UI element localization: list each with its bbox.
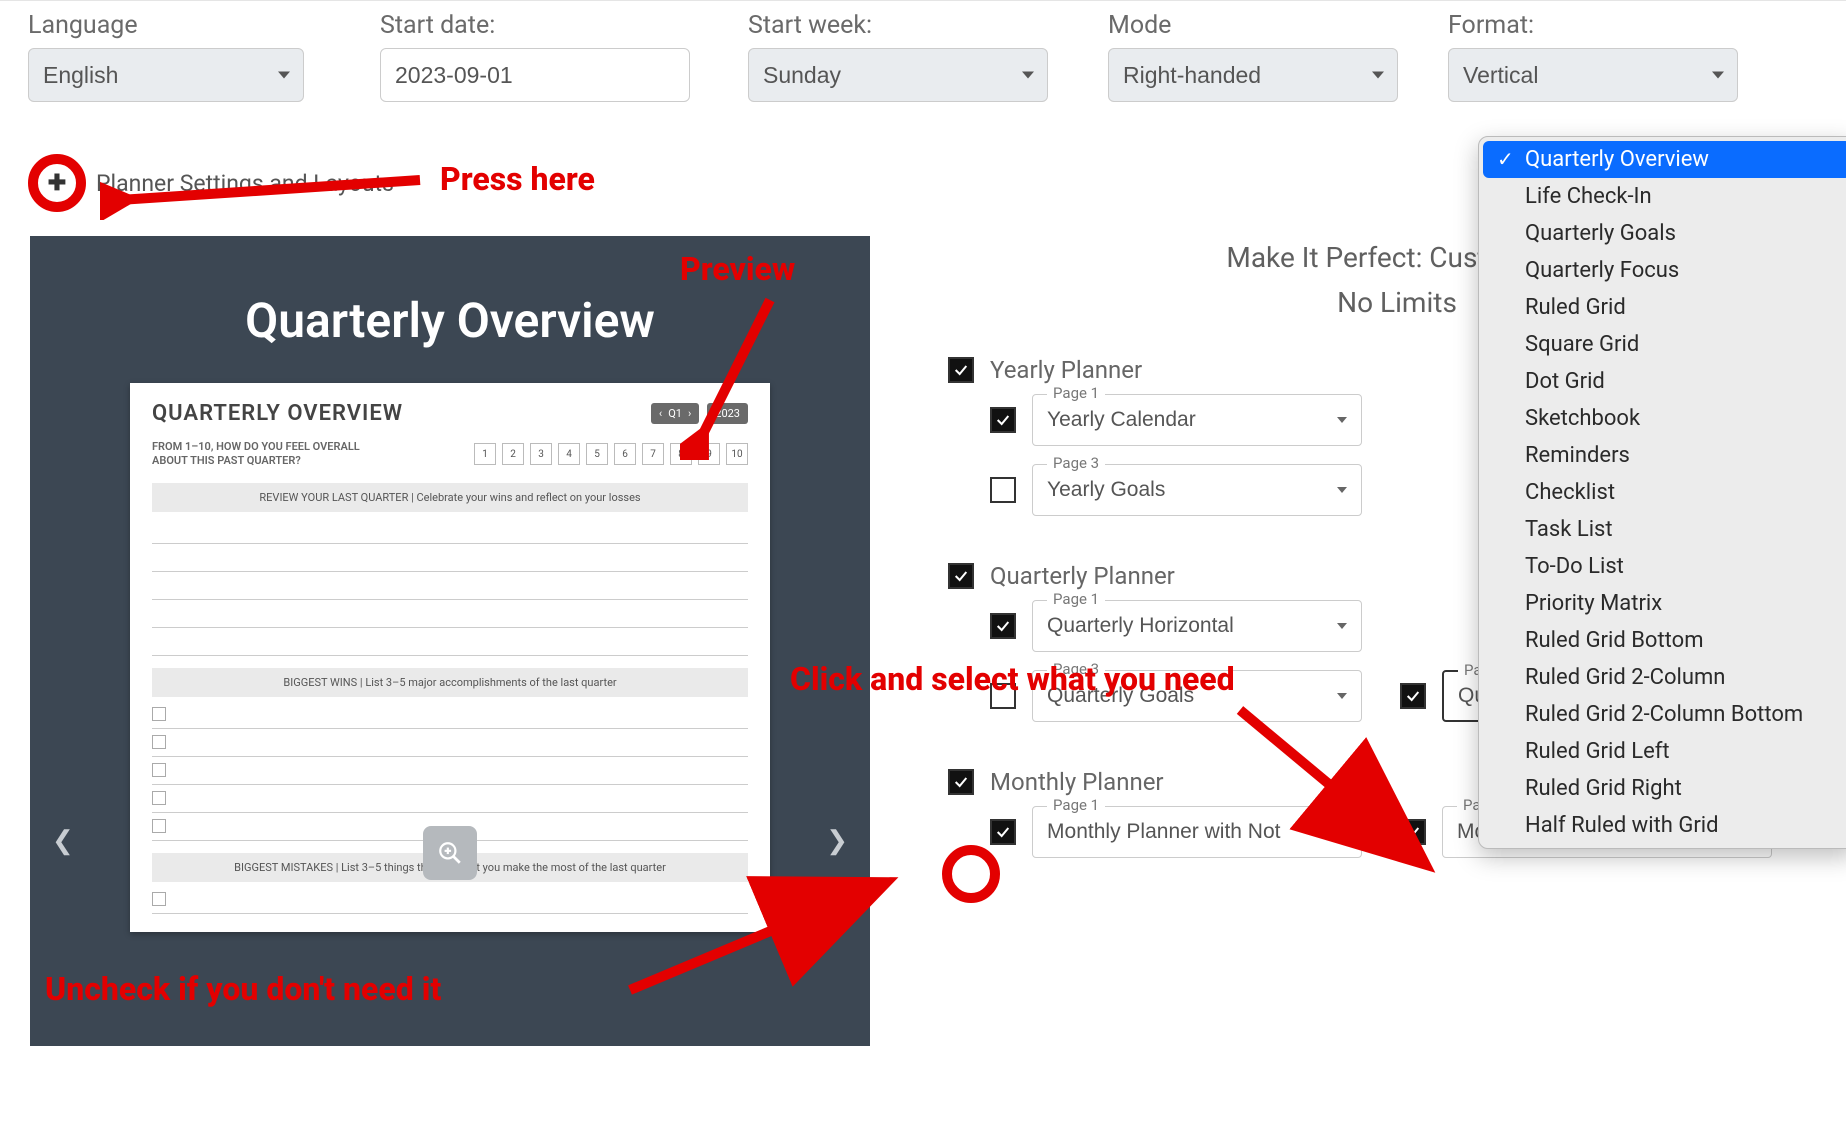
yearly-page1-checkbox[interactable] (990, 407, 1016, 433)
config-start-week: Start week: Sunday (748, 11, 1048, 102)
preview-frame: Quarterly Overview QUARTERLY OVERVIEW ‹ … (30, 236, 870, 1046)
format-select[interactable]: Vertical (1448, 48, 1738, 102)
quarterly-page3-checkbox[interactable] (990, 683, 1016, 709)
quarterly-page3-row: Page 3 Quarterly Goals (990, 670, 1362, 722)
zoom-in-icon (437, 840, 463, 866)
monthly-page1-checkbox[interactable] (990, 819, 1016, 845)
dropdown-option[interactable]: Reminders (1479, 437, 1846, 474)
quarter-pill: ‹ Q1 › (651, 403, 699, 424)
quarterly-page1-select[interactable]: Quarterly Horizontal (1033, 604, 1361, 647)
config-start-date: Start date: (380, 11, 690, 102)
dropdown-option[interactable]: Quarterly Overview (1483, 141, 1846, 178)
yearly-page3-checkbox[interactable] (990, 477, 1016, 503)
yearly-page1-row: Page 1 Yearly Calendar (990, 394, 1362, 446)
monthly-checkbox[interactable] (948, 769, 974, 795)
preview-prev-button[interactable]: ❮ (52, 826, 74, 856)
language-label: Language (28, 11, 304, 40)
start-date-input[interactable] (380, 48, 690, 102)
config-language: Language English (28, 11, 304, 102)
dropdown-option[interactable]: Quarterly Focus (1479, 252, 1846, 289)
quarterly-page1-row: Page 1 Quarterly Horizontal (990, 600, 1362, 652)
config-mode: Mode Right-handed (1108, 11, 1398, 102)
page-type-dropdown[interactable]: Quarterly OverviewLife Check-InQuarterly… (1478, 136, 1846, 849)
dropdown-option[interactable]: Sketchbook (1479, 400, 1846, 437)
preview-next-button[interactable]: ❯ (826, 826, 848, 856)
start-week-label: Start week: (748, 11, 1048, 40)
dropdown-option[interactable]: Square Grid (1479, 326, 1846, 363)
monthly-title: Monthly Planner (990, 768, 1164, 796)
quarterly-title: Quarterly Planner (990, 562, 1175, 590)
quarterly-page4-checkbox[interactable] (1400, 683, 1426, 709)
preview-zoom-button[interactable] (423, 826, 477, 880)
dropdown-option[interactable]: Quarterly Goals (1479, 215, 1846, 252)
dropdown-option[interactable]: Ruled Grid Left (1479, 733, 1846, 770)
yearly-page3-row: Page 3 Yearly Goals (990, 464, 1362, 516)
preview-column: Quarterly Overview QUARTERLY OVERVIEW ‹ … (30, 236, 888, 1046)
preview-banner-title: Quarterly Overview (30, 236, 870, 383)
monthly-page2-checkbox[interactable] (1400, 819, 1426, 845)
format-label: Format: (1448, 11, 1738, 40)
yearly-title: Yearly Planner (990, 356, 1142, 384)
start-week-select[interactable]: Sunday (748, 48, 1048, 102)
preview-number-scale: 1 2 3 4 5 6 7 8 9 10 (474, 443, 748, 465)
mode-label: Mode (1108, 11, 1398, 40)
main-area: Quarterly Overview QUARTERLY OVERVIEW ‹ … (0, 236, 1846, 1046)
preview-page-title: QUARTERLY OVERVIEW (152, 401, 403, 426)
dropdown-option[interactable]: To-Do List (1479, 548, 1846, 585)
yearly-page3-select[interactable]: Yearly Goals (1033, 468, 1361, 511)
preview-pills: ‹ Q1 › 2023 (651, 403, 748, 424)
dropdown-option[interactable]: Task List (1479, 511, 1846, 548)
dropdown-option[interactable]: Life Check-In (1479, 178, 1846, 215)
preview-section-wins: BIGGEST WINS | List 3–5 major accomplish… (152, 668, 748, 697)
options-column: Make It Perfect: Customize, No Limits Ye… (948, 236, 1846, 1046)
mode-select[interactable]: Right-handed (1108, 48, 1398, 102)
expand-label: Planner Settings and Layouts (96, 170, 394, 197)
dropdown-option[interactable]: Dot Grid (1479, 363, 1846, 400)
preview-section-review: REVIEW YOUR LAST QUARTER | Celebrate you… (152, 483, 748, 512)
start-date-label: Start date: (380, 11, 690, 40)
yearly-page3-select-wrap: Page 3 Yearly Goals (1032, 464, 1362, 516)
dropdown-option[interactable]: Ruled Grid 2-Column (1479, 659, 1846, 696)
monthly-page1-select[interactable]: Monthly Planner with Not (1033, 810, 1361, 853)
yearly-page1-select-wrap: Page 1 Yearly Calendar (1032, 394, 1362, 446)
dropdown-option[interactable]: Checklist (1479, 474, 1846, 511)
config-row: Language English Start date: Start week:… (0, 0, 1846, 120)
yearly-checkbox[interactable] (948, 357, 974, 383)
expand-settings-button[interactable]: ✚ Planner Settings and Layouts (28, 154, 394, 212)
year-pill: 2023 (707, 403, 748, 424)
quarterly-checkbox[interactable] (948, 563, 974, 589)
quarterly-page3-select[interactable]: Quarterly Goals (1033, 674, 1361, 717)
dropdown-option[interactable]: Ruled Grid 2-Column Bottom (1479, 696, 1846, 733)
plus-icon: ✚ (28, 154, 86, 212)
dropdown-option[interactable]: Half Ruled with Grid (1479, 807, 1846, 844)
dropdown-option[interactable]: Ruled Grid Right (1479, 770, 1846, 807)
dropdown-option[interactable]: Priority Matrix (1479, 585, 1846, 622)
language-select[interactable]: English (28, 48, 304, 102)
dropdown-option[interactable]: Ruled Grid (1479, 289, 1846, 326)
preview-question: FROM 1–10, HOW DO YOU FEEL OVERALL ABOUT… (152, 440, 392, 469)
quarterly-page1-checkbox[interactable] (990, 613, 1016, 639)
config-format: Format: Vertical (1448, 11, 1738, 102)
dropdown-option[interactable]: Ruled Grid Bottom (1479, 622, 1846, 659)
yearly-page1-select[interactable]: Yearly Calendar (1033, 398, 1361, 441)
